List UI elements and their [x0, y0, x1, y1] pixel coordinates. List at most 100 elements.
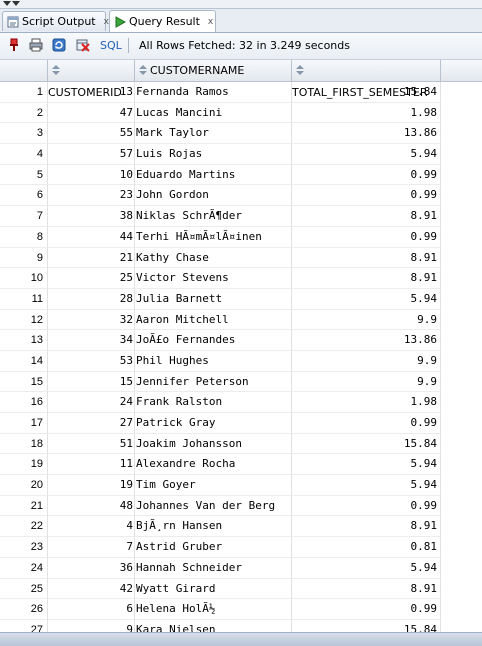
total-cell[interactable]: 8.91: [292, 268, 441, 289]
customername-cell[interactable]: Niklas SchrÃ¶der: [135, 206, 292, 227]
customername-cell[interactable]: Jennifer Peterson: [135, 371, 292, 393]
customername-cell[interactable]: Fernanda Ramos: [135, 82, 292, 103]
customername-cell[interactable]: Johannes Van der Berg: [135, 495, 292, 517]
total-cell[interactable]: 0.99: [292, 164, 441, 186]
table-row[interactable]: 8 44 Terhi HÃ¤mÃ¤lÃ¤inen 0.99: [0, 226, 482, 248]
total-cell[interactable]: 5.94: [292, 144, 441, 165]
customername-cell[interactable]: Lucas Mancini: [135, 102, 292, 124]
total-cell[interactable]: 13.86: [292, 330, 441, 351]
customerid-cell[interactable]: 9: [48, 619, 135, 632]
tab-script-output[interactable]: Script Output x: [2, 11, 109, 31]
table-row[interactable]: 23 7 Astrid Gruber 0.81: [0, 537, 482, 558]
customerid-cell[interactable]: 10: [48, 164, 135, 186]
customername-cell[interactable]: Luis Rojas: [135, 144, 292, 165]
total-cell[interactable]: 8.91: [292, 247, 441, 269]
customername-cell[interactable]: Aaron Mitchell: [135, 309, 292, 331]
total-cell[interactable]: 15.84: [292, 433, 441, 455]
customername-cell[interactable]: Kathy Chase: [135, 247, 292, 269]
sort-icon[interactable]: [139, 65, 147, 75]
table-row[interactable]: 4 57 Luis Rojas 5.94: [0, 144, 482, 165]
table-row[interactable]: 22 4 BjÃ¸rn Hansen 8.91: [0, 516, 482, 538]
table-row[interactable]: 20 19 Tim Goyer 5.94: [0, 475, 482, 496]
customername-cell[interactable]: Joakim Johansson: [135, 433, 292, 455]
total-cell[interactable]: 9.9: [292, 309, 441, 331]
tab-query-result[interactable]: Query Result x: [109, 10, 216, 32]
customerid-cell[interactable]: 13: [48, 82, 135, 103]
table-row[interactable]: 27 9 Kara Nielsen 15.84: [0, 619, 482, 632]
table-row[interactable]: 21 48 Johannes Van der Berg 0.99: [0, 495, 482, 517]
total-cell[interactable]: 13.86: [292, 123, 441, 145]
customerid-cell[interactable]: 4: [48, 516, 135, 538]
customername-cell[interactable]: Hannah Schneider: [135, 557, 292, 579]
table-row[interactable]: 1 13 Fernanda Ramos 15.84: [0, 82, 482, 103]
customerid-cell[interactable]: 32: [48, 309, 135, 331]
customername-cell[interactable]: Astrid Gruber: [135, 537, 292, 558]
customerid-cell[interactable]: 36: [48, 557, 135, 579]
customername-cell[interactable]: Phil Hughes: [135, 350, 292, 372]
total-cell[interactable]: 0.81: [292, 537, 441, 558]
customername-cell[interactable]: Alexandre Rocha: [135, 454, 292, 476]
customerid-cell[interactable]: 19: [48, 475, 135, 496]
table-row[interactable]: 17 27 Patrick Gray 0.99: [0, 413, 482, 434]
total-cell[interactable]: 0.99: [292, 495, 441, 517]
minimize-arrow-icon[interactable]: [3, 1, 11, 6]
table-row[interactable]: 11 28 Julia Barnett 5.94: [0, 288, 482, 310]
customerid-cell[interactable]: 6: [48, 599, 135, 620]
column-header-customername[interactable]: CUSTOMERNAME: [135, 60, 292, 82]
close-icon[interactable]: x: [208, 17, 213, 27]
table-row[interactable]: 6 23 John Gordon 0.99: [0, 185, 482, 207]
customername-cell[interactable]: Mark Taylor: [135, 123, 292, 145]
customername-cell[interactable]: Kara Nielsen: [135, 619, 292, 632]
table-row[interactable]: 18 51 Joakim Johansson 15.84: [0, 433, 482, 455]
column-header-total-first-semester[interactable]: TOTAL_FIRST_SEMESTER: [292, 60, 441, 99]
customerid-cell[interactable]: 27: [48, 413, 135, 434]
customerid-cell[interactable]: 7: [48, 537, 135, 558]
total-cell[interactable]: 0.99: [292, 599, 441, 620]
table-row[interactable]: 15 15 Jennifer Peterson 9.9: [0, 371, 482, 393]
customername-cell[interactable]: Patrick Gray: [135, 413, 292, 434]
table-row[interactable]: 5 10 Eduardo Martins 0.99: [0, 164, 482, 186]
clear-icon[interactable]: [75, 37, 91, 53]
customerid-cell[interactable]: 34: [48, 330, 135, 351]
sort-icon[interactable]: [296, 65, 304, 75]
table-row[interactable]: 26 6 Helena HolÃ½ 0.99: [0, 599, 482, 620]
customerid-cell[interactable]: 25: [48, 268, 135, 289]
total-cell[interactable]: 8.91: [292, 516, 441, 538]
customername-cell[interactable]: Victor Stevens: [135, 268, 292, 289]
customername-cell[interactable]: Eduardo Martins: [135, 164, 292, 186]
customerid-cell[interactable]: 42: [48, 578, 135, 600]
total-cell[interactable]: 8.91: [292, 578, 441, 600]
total-cell[interactable]: 5.94: [292, 475, 441, 496]
total-cell[interactable]: 9.9: [292, 350, 441, 372]
total-cell[interactable]: 9.9: [292, 371, 441, 393]
total-cell[interactable]: 0.99: [292, 185, 441, 207]
customerid-cell[interactable]: 53: [48, 350, 135, 372]
total-cell[interactable]: 1.98: [292, 102, 441, 124]
customerid-cell[interactable]: 21: [48, 247, 135, 269]
total-cell[interactable]: 1.98: [292, 392, 441, 413]
customername-cell[interactable]: Tim Goyer: [135, 475, 292, 496]
table-row[interactable]: 2 47 Lucas Mancini 1.98: [0, 102, 482, 124]
customerid-cell[interactable]: 23: [48, 185, 135, 207]
table-row[interactable]: 7 38 Niklas SchrÃ¶der 8.91: [0, 206, 482, 227]
print-icon[interactable]: [28, 37, 44, 53]
customername-cell[interactable]: Wyatt Girard: [135, 578, 292, 600]
customername-cell[interactable]: BjÃ¸rn Hansen: [135, 516, 292, 538]
table-row[interactable]: 25 42 Wyatt Girard 8.91: [0, 578, 482, 600]
customerid-cell[interactable]: 57: [48, 144, 135, 165]
customerid-cell[interactable]: 55: [48, 123, 135, 145]
customerid-cell[interactable]: 11: [48, 454, 135, 476]
total-cell[interactable]: 0.99: [292, 413, 441, 434]
table-row[interactable]: 3 55 Mark Taylor 13.86: [0, 123, 482, 145]
total-cell[interactable]: 5.94: [292, 288, 441, 310]
table-row[interactable]: 19 11 Alexandre Rocha 5.94: [0, 454, 482, 476]
total-cell[interactable]: 0.99: [292, 226, 441, 248]
customerid-cell[interactable]: 51: [48, 433, 135, 455]
total-cell[interactable]: 8.91: [292, 206, 441, 227]
table-row[interactable]: 9 21 Kathy Chase 8.91: [0, 247, 482, 269]
maximize-arrow-icon[interactable]: [12, 1, 20, 6]
table-row[interactable]: 16 24 Frank Ralston 1.98: [0, 392, 482, 413]
refresh-icon[interactable]: [51, 37, 67, 53]
table-row[interactable]: 13 34 JoÃ£o Fernandes 13.86: [0, 330, 482, 351]
customerid-cell[interactable]: 47: [48, 102, 135, 124]
